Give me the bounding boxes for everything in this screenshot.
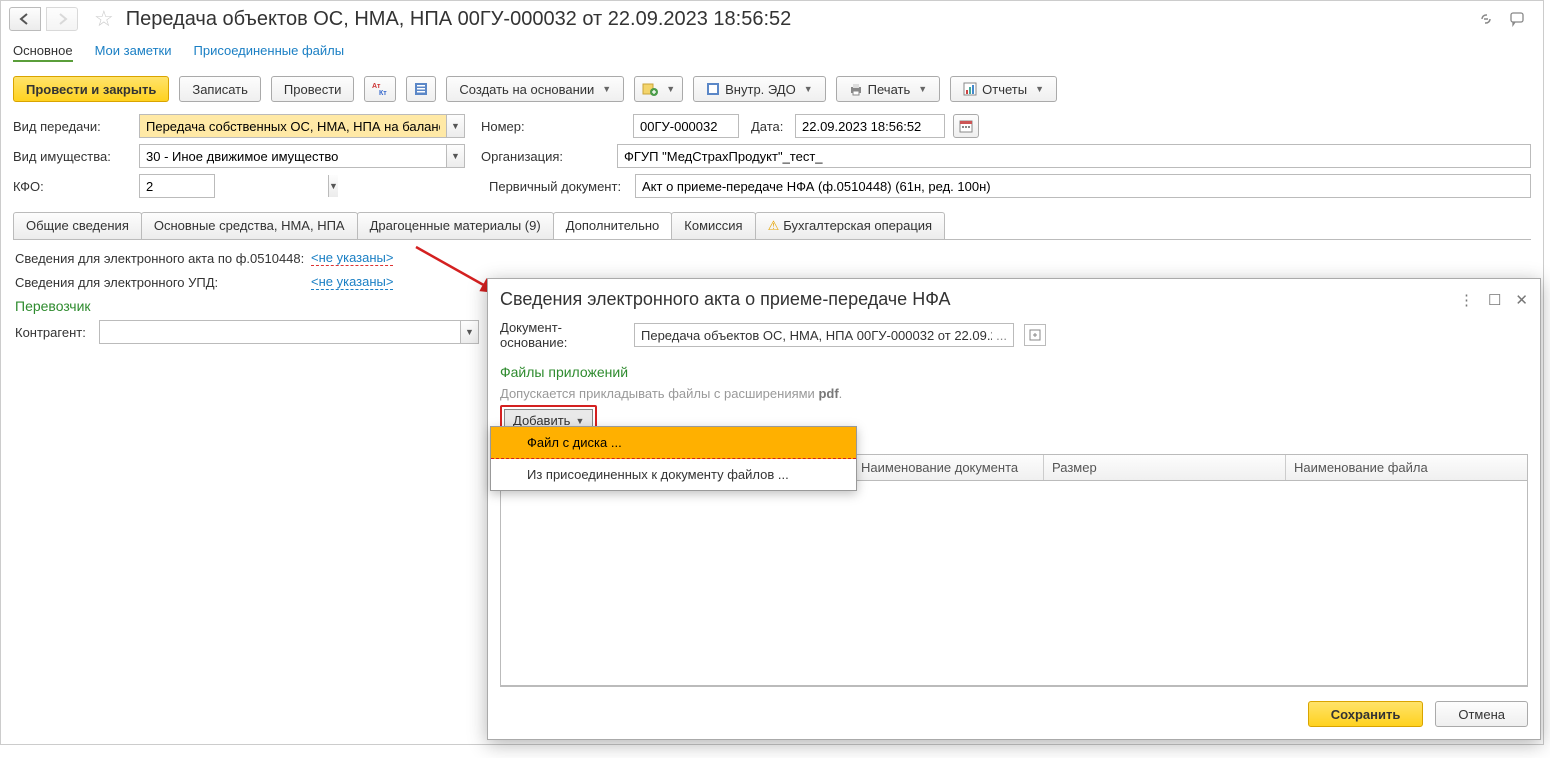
- post-button[interactable]: Провести: [271, 76, 355, 102]
- files-hint-bold: pdf: [818, 386, 838, 401]
- dropdown-from-attached[interactable]: Из присоединенных к документу файлов ...: [491, 459, 856, 490]
- edo-label: Внутр. ЭДО: [725, 82, 796, 97]
- counterparty-label: Контрагент:: [15, 325, 93, 340]
- svg-text:Кт: Кт: [379, 90, 387, 96]
- create-based-button[interactable]: Создать на основании▼: [446, 76, 624, 102]
- property-caret[interactable]: ▼: [446, 145, 464, 167]
- nav-files[interactable]: Присоединенные файлы: [194, 43, 345, 62]
- org-label: Организация:: [481, 149, 609, 164]
- tab-accounting[interactable]: ⚠Бухгалтерская операция: [755, 212, 946, 239]
- attach-button[interactable]: ▼: [634, 76, 683, 102]
- tab-precious[interactable]: Драгоценные материалы (9): [357, 212, 554, 239]
- primary-doc-label: Первичный документ:: [489, 179, 627, 194]
- toolbar: Провести и закрыть Записать Провести АтК…: [1, 72, 1543, 112]
- org-input[interactable]: [617, 144, 1531, 168]
- tab-general[interactable]: Общие сведения: [13, 212, 142, 239]
- list-button[interactable]: [406, 76, 436, 102]
- transfer-kind-caret[interactable]: ▼: [446, 115, 464, 137]
- kfo-combo[interactable]: ▼: [139, 174, 215, 198]
- dt-kt-button[interactable]: АтКт: [364, 76, 396, 102]
- dialog-maximize-icon[interactable]: ☐: [1488, 291, 1501, 309]
- number-input[interactable]: [633, 114, 739, 138]
- svg-text:Ат: Ат: [372, 83, 381, 90]
- tab-commission[interactable]: Комиссия: [671, 212, 755, 239]
- create-based-label: Создать на основании: [459, 82, 594, 97]
- transfer-kind-combo[interactable]: ▼: [139, 114, 465, 138]
- files-section-title: Файлы приложений: [500, 364, 1528, 380]
- add-file-dropdown: Файл с диска ... Из присоединенных к док…: [490, 426, 857, 491]
- dialog-cancel-button[interactable]: Отмена: [1435, 701, 1528, 727]
- edo-button[interactable]: Внутр. ЭДО▼: [693, 76, 826, 102]
- nav-forward-button[interactable]: [46, 7, 78, 31]
- files-hint-text: Допускается прикладывать файлы с расшире…: [500, 386, 818, 401]
- window-header: ☆ Передача объектов ОС, НМА, НПА 00ГУ-00…: [1, 1, 1543, 35]
- print-button[interactable]: Печать▼: [836, 76, 941, 102]
- eupd-label: Сведения для электронного УПД:: [15, 275, 305, 290]
- eact-link[interactable]: <не указаны>: [311, 250, 393, 266]
- nav-back-button[interactable]: [9, 7, 41, 31]
- eact-dialog: Сведения электронного акта о приеме-пере…: [487, 278, 1541, 740]
- files-table-body[interactable]: [501, 481, 1527, 685]
- base-doc-value: Передача объектов ОС, НМА, НПА 00ГУ-0000…: [641, 328, 992, 343]
- tab-assets[interactable]: Основные средства, НМА, НПА: [141, 212, 358, 239]
- section-nav: Основное Мои заметки Присоединенные файл…: [1, 35, 1543, 72]
- nav-notes[interactable]: Мои заметки: [95, 43, 172, 62]
- tab-additional[interactable]: Дополнительно: [553, 212, 673, 239]
- files-hint: Допускается прикладывать файлы с расшире…: [500, 386, 1528, 401]
- kfo-label: КФО:: [13, 179, 131, 194]
- base-doc-label: Документ-основание:: [500, 320, 628, 350]
- primary-doc-input[interactable]: [635, 174, 1531, 198]
- base-doc-ellipsis[interactable]: ...: [996, 328, 1007, 343]
- reports-button[interactable]: Отчеты▼: [950, 76, 1057, 102]
- nav-main[interactable]: Основное: [13, 43, 73, 62]
- property-input[interactable]: [140, 145, 446, 167]
- dropdown-file-from-disk[interactable]: Файл с диска ...: [491, 427, 856, 459]
- dialog-more-icon[interactable]: ⋮: [1459, 291, 1474, 309]
- discuss-icon[interactable]: [1509, 10, 1527, 28]
- property-combo[interactable]: ▼: [139, 144, 465, 168]
- tab-accounting-label: Бухгалтерская операция: [783, 218, 932, 233]
- kfo-input[interactable]: [140, 175, 328, 197]
- transfer-kind-input[interactable]: [140, 115, 446, 137]
- tabs: Общие сведения Основные средства, НМА, Н…: [13, 212, 1531, 239]
- dialog-title: Сведения электронного акта о приеме-пере…: [500, 289, 1445, 310]
- dialog-save-button[interactable]: Сохранить: [1308, 701, 1424, 727]
- property-label: Вид имущества:: [13, 149, 131, 164]
- warning-icon: ⚠: [768, 218, 780, 233]
- page-title: Передача объектов ОС, НМА, НПА 00ГУ-0000…: [126, 8, 792, 31]
- kfo-caret[interactable]: ▼: [328, 175, 338, 197]
- number-label: Номер:: [481, 119, 537, 134]
- date-input[interactable]: [795, 114, 945, 138]
- eact-label: Сведения для электронного акта по ф.0510…: [15, 251, 305, 266]
- counterparty-input[interactable]: [100, 321, 460, 343]
- counterparty-combo[interactable]: ▼: [99, 320, 479, 344]
- favorite-star-icon[interactable]: ☆: [94, 8, 114, 30]
- counterparty-caret[interactable]: ▼: [460, 321, 478, 343]
- calendar-button[interactable]: [953, 114, 979, 138]
- open-base-doc-button[interactable]: [1024, 324, 1046, 346]
- col-file-name[interactable]: Наименование файла: [1286, 455, 1527, 480]
- link-icon[interactable]: [1477, 10, 1495, 28]
- print-label: Печать: [868, 82, 911, 97]
- post-and-close-button[interactable]: Провести и закрыть: [13, 76, 169, 102]
- form-area: Вид передачи: ▼ Номер: Дата: Вид имущест…: [1, 112, 1543, 206]
- reports-label: Отчеты: [982, 82, 1027, 97]
- eupd-link[interactable]: <не указаны>: [311, 274, 393, 290]
- base-doc-input[interactable]: Передача объектов ОС, НМА, НПА 00ГУ-0000…: [634, 323, 1014, 347]
- save-button[interactable]: Записать: [179, 76, 261, 102]
- col-size[interactable]: Размер: [1044, 455, 1286, 480]
- dialog-close-icon[interactable]: ✕: [1515, 291, 1528, 309]
- date-label: Дата:: [751, 119, 787, 134]
- transfer-kind-label: Вид передачи:: [13, 119, 131, 134]
